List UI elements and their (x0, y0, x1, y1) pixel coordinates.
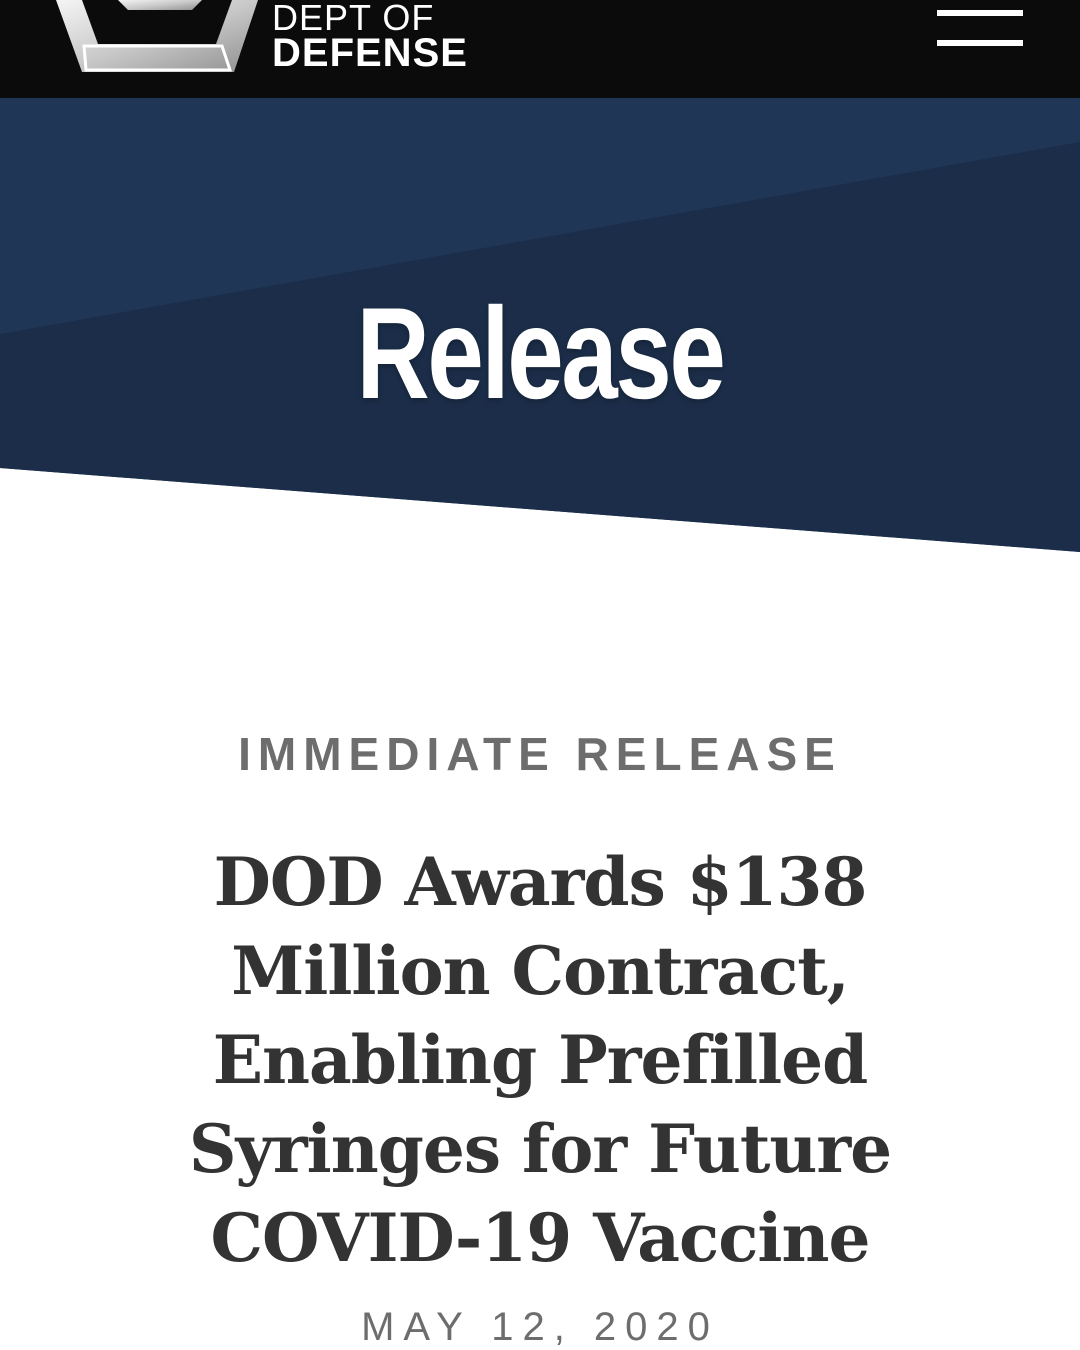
menu-bar-top (937, 10, 1023, 16)
release-type-label: IMMEDIATE RELEASE (238, 728, 842, 780)
hamburger-menu-icon[interactable] (932, 6, 1028, 50)
hero-title: Release (356, 280, 726, 426)
page: DEPT OF DEFENSE Release IMMEDIATE RELEAS… (0, 0, 1080, 1350)
menu-bar-bottom (937, 40, 1023, 46)
pentagon-logo-icon[interactable] (52, 0, 262, 74)
top-navigation-bar: DEPT OF DEFENSE (0, 0, 1080, 98)
publish-date: MAY 12, 2020 (361, 1305, 719, 1349)
article-headline: DOD Awards $138 Million Contract, Enabli… (188, 843, 892, 1277)
logo-line-2: DEFENSE (272, 31, 468, 75)
hero-banner: Release (0, 98, 1080, 558)
